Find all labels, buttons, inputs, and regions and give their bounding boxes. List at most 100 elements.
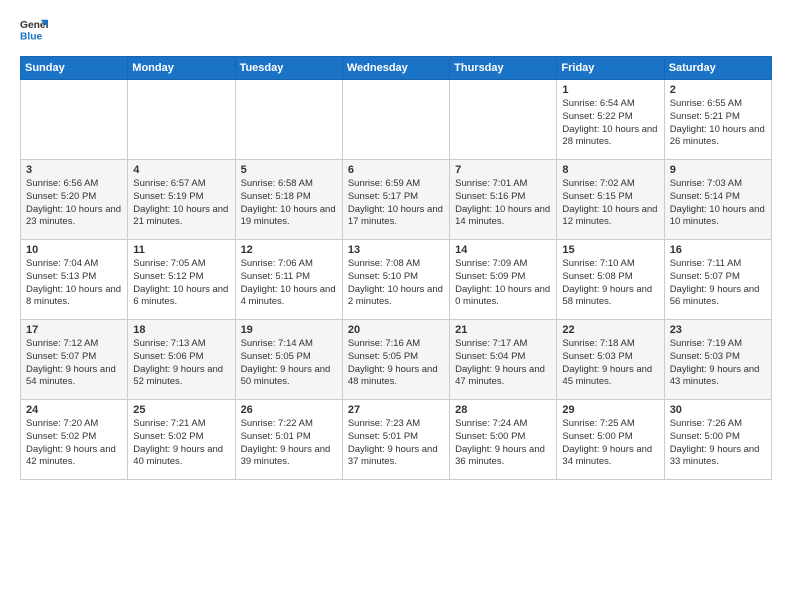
page: General Blue SundayMondayTuesdayWednesda… <box>0 0 792 612</box>
day-info: Sunrise: 7:21 AM Sunset: 5:02 PM Dayligh… <box>133 418 229 469</box>
calendar-cell <box>450 80 557 160</box>
day-number: 10 <box>26 244 122 256</box>
day-number: 26 <box>241 404 337 416</box>
calendar-cell: 18 Sunrise: 7:13 AM Sunset: 5:06 PM Dayli… <box>128 320 235 400</box>
weekday-header: Wednesday <box>342 57 449 80</box>
day-number: 5 <box>241 164 337 176</box>
weekday-header: Sunday <box>21 57 128 80</box>
day-info: Sunrise: 7:01 AM Sunset: 5:16 PM Dayligh… <box>455 178 551 229</box>
header: General Blue <box>20 16 772 44</box>
day-info: Sunrise: 6:55 AM Sunset: 5:21 PM Dayligh… <box>670 98 766 149</box>
calendar-cell: 5 Sunrise: 6:58 AM Sunset: 5:18 PM Daylig… <box>235 160 342 240</box>
day-info: Sunrise: 7:25 AM Sunset: 5:00 PM Dayligh… <box>562 418 658 469</box>
day-info: Sunrise: 7:08 AM Sunset: 5:10 PM Dayligh… <box>348 258 444 309</box>
day-number: 2 <box>670 84 766 96</box>
weekday-header: Tuesday <box>235 57 342 80</box>
day-info: Sunrise: 7:02 AM Sunset: 5:15 PM Dayligh… <box>562 178 658 229</box>
calendar-cell: 4Sunrise: 6:57 AM Sunset: 5:19 PM Daylig… <box>128 160 235 240</box>
calendar-cell: 14 Sunrise: 7:09 AM Sunset: 5:09 PM Dayli… <box>450 240 557 320</box>
day-info: Sunrise: 7:17 AM Sunset: 5:04 PM Dayligh… <box>455 338 551 389</box>
calendar-cell: 23 Sunrise: 7:19 AM Sunset: 5:03 PM Dayli… <box>664 320 771 400</box>
calendar-cell: 13 Sunrise: 7:08 AM Sunset: 5:10 PM Dayli… <box>342 240 449 320</box>
calendar-cell: 6 Sunrise: 6:59 AM Sunset: 5:17 PM Daylig… <box>342 160 449 240</box>
calendar-cell: 9 Sunrise: 7:03 AM Sunset: 5:14 PM Daylig… <box>664 160 771 240</box>
calendar-row: 24 Sunrise: 7:20 AM Sunset: 5:02 PM Dayli… <box>21 400 772 480</box>
day-info: Sunrise: 6:58 AM Sunset: 5:18 PM Dayligh… <box>241 178 337 229</box>
calendar-cell: 30 Sunrise: 7:26 AM Sunset: 5:00 PM Dayli… <box>664 400 771 480</box>
day-info: Sunrise: 7:06 AM Sunset: 5:11 PM Dayligh… <box>241 258 337 309</box>
calendar-header: SundayMondayTuesdayWednesdayThursdayFrid… <box>21 57 772 80</box>
calendar-cell <box>235 80 342 160</box>
calendar-cell: 20 Sunrise: 7:16 AM Sunset: 5:05 PM Dayli… <box>342 320 449 400</box>
day-number: 27 <box>348 404 444 416</box>
day-number: 14 <box>455 244 551 256</box>
day-info: Sunrise: 7:05 AM Sunset: 5:12 PM Dayligh… <box>133 258 229 309</box>
day-info: Sunrise: 7:09 AM Sunset: 5:09 PM Dayligh… <box>455 258 551 309</box>
day-number: 7 <box>455 164 551 176</box>
calendar-cell: 12Sunrise: 7:06 AM Sunset: 5:11 PM Dayli… <box>235 240 342 320</box>
day-number: 20 <box>348 324 444 336</box>
day-number: 30 <box>670 404 766 416</box>
calendar-cell <box>342 80 449 160</box>
weekday-header: Friday <box>557 57 664 80</box>
calendar-row: 17 Sunrise: 7:12 AM Sunset: 5:07 PM Dayli… <box>21 320 772 400</box>
calendar-cell: 22Sunrise: 7:18 AM Sunset: 5:03 PM Dayli… <box>557 320 664 400</box>
day-number: 24 <box>26 404 122 416</box>
day-info: Sunrise: 7:23 AM Sunset: 5:01 PM Dayligh… <box>348 418 444 469</box>
day-info: Sunrise: 6:54 AM Sunset: 5:22 PM Dayligh… <box>562 98 658 149</box>
day-info: Sunrise: 7:10 AM Sunset: 5:08 PM Dayligh… <box>562 258 658 309</box>
day-info: Sunrise: 7:19 AM Sunset: 5:03 PM Dayligh… <box>670 338 766 389</box>
day-number: 18 <box>133 324 229 336</box>
calendar-cell: 29Sunrise: 7:25 AM Sunset: 5:00 PM Dayli… <box>557 400 664 480</box>
day-number: 6 <box>348 164 444 176</box>
day-number: 17 <box>26 324 122 336</box>
svg-text:Blue: Blue <box>20 31 43 42</box>
calendar-cell: 26 Sunrise: 7:22 AM Sunset: 5:01 PM Dayli… <box>235 400 342 480</box>
day-number: 28 <box>455 404 551 416</box>
weekday-header: Thursday <box>450 57 557 80</box>
day-info: Sunrise: 7:22 AM Sunset: 5:01 PM Dayligh… <box>241 418 337 469</box>
day-number: 8 <box>562 164 658 176</box>
calendar-cell: 15 Sunrise: 7:10 AM Sunset: 5:08 PM Dayli… <box>557 240 664 320</box>
day-number: 19 <box>241 324 337 336</box>
calendar-cell: 2 Sunrise: 6:55 AM Sunset: 5:21 PM Daylig… <box>664 80 771 160</box>
calendar-row: 3 Sunrise: 6:56 AM Sunset: 5:20 PM Daylig… <box>21 160 772 240</box>
calendar-cell: 3 Sunrise: 6:56 AM Sunset: 5:20 PM Daylig… <box>21 160 128 240</box>
calendar-cell <box>21 80 128 160</box>
logo-icon: General Blue <box>20 16 48 44</box>
calendar-cell: 28Sunrise: 7:24 AM Sunset: 5:00 PM Dayli… <box>450 400 557 480</box>
day-info: Sunrise: 6:59 AM Sunset: 5:17 PM Dayligh… <box>348 178 444 229</box>
day-number: 1 <box>562 84 658 96</box>
calendar-row: 10 Sunrise: 7:04 AM Sunset: 5:13 PM Dayli… <box>21 240 772 320</box>
calendar-cell: 21 Sunrise: 7:17 AM Sunset: 5:04 PM Dayli… <box>450 320 557 400</box>
calendar-cell: 1 Sunrise: 6:54 AM Sunset: 5:22 PM Daylig… <box>557 80 664 160</box>
calendar-cell: 24 Sunrise: 7:20 AM Sunset: 5:02 PM Dayli… <box>21 400 128 480</box>
day-info: Sunrise: 6:56 AM Sunset: 5:20 PM Dayligh… <box>26 178 122 229</box>
weekday-header: Saturday <box>664 57 771 80</box>
day-info: Sunrise: 7:03 AM Sunset: 5:14 PM Dayligh… <box>670 178 766 229</box>
calendar-cell: 10 Sunrise: 7:04 AM Sunset: 5:13 PM Dayli… <box>21 240 128 320</box>
logo: General Blue <box>20 16 52 44</box>
calendar-row: 1 Sunrise: 6:54 AM Sunset: 5:22 PM Daylig… <box>21 80 772 160</box>
calendar-cell: 7 Sunrise: 7:01 AM Sunset: 5:16 PM Daylig… <box>450 160 557 240</box>
day-info: Sunrise: 7:26 AM Sunset: 5:00 PM Dayligh… <box>670 418 766 469</box>
day-number: 16 <box>670 244 766 256</box>
day-number: 11 <box>133 244 229 256</box>
day-number: 9 <box>670 164 766 176</box>
day-number: 15 <box>562 244 658 256</box>
calendar-cell: 27 Sunrise: 7:23 AM Sunset: 5:01 PM Dayli… <box>342 400 449 480</box>
day-number: 4 <box>133 164 229 176</box>
calendar: SundayMondayTuesdayWednesdayThursdayFrid… <box>20 56 772 480</box>
calendar-cell: 19 Sunrise: 7:14 AM Sunset: 5:05 PM Dayli… <box>235 320 342 400</box>
day-info: Sunrise: 7:20 AM Sunset: 5:02 PM Dayligh… <box>26 418 122 469</box>
day-info: Sunrise: 7:04 AM Sunset: 5:13 PM Dayligh… <box>26 258 122 309</box>
day-number: 3 <box>26 164 122 176</box>
day-info: Sunrise: 7:13 AM Sunset: 5:06 PM Dayligh… <box>133 338 229 389</box>
day-info: Sunrise: 7:14 AM Sunset: 5:05 PM Dayligh… <box>241 338 337 389</box>
day-number: 13 <box>348 244 444 256</box>
weekday-header: Monday <box>128 57 235 80</box>
day-info: Sunrise: 7:16 AM Sunset: 5:05 PM Dayligh… <box>348 338 444 389</box>
day-number: 21 <box>455 324 551 336</box>
day-info: Sunrise: 7:12 AM Sunset: 5:07 PM Dayligh… <box>26 338 122 389</box>
day-number: 23 <box>670 324 766 336</box>
